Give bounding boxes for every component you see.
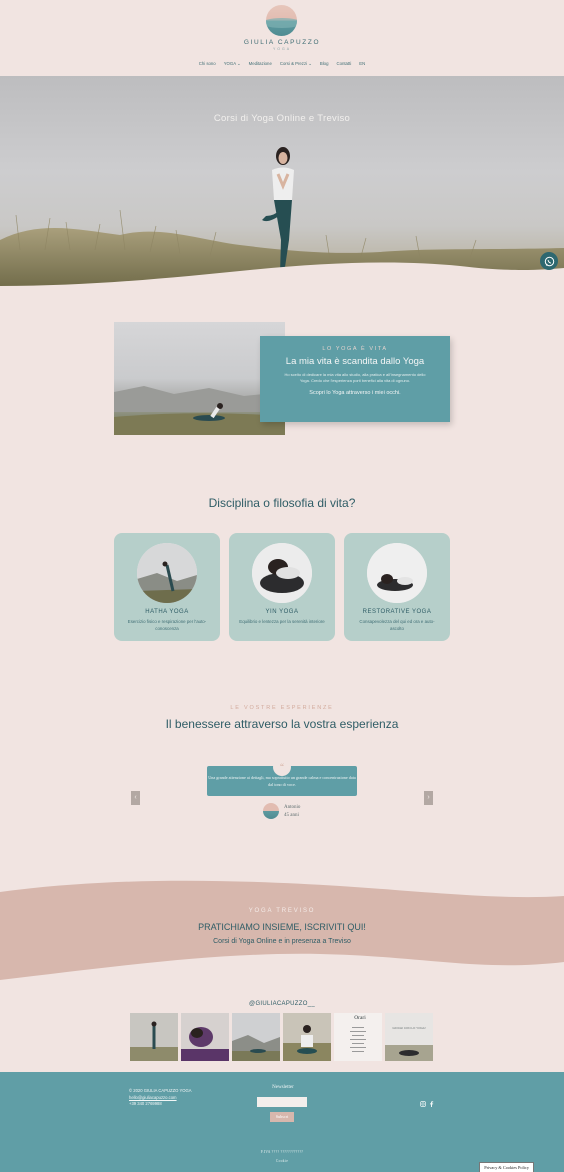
author-avatar [263,803,279,819]
author-age: 45 anni [284,813,299,818]
newsletter-label: Newsletter [272,1085,294,1090]
instagram-post[interactable]: GIOCHI CON LO YOGA! [385,1013,433,1061]
intro-heading: La mia vita è scandita dallo Yoga [285,356,425,367]
quote-icon: “ [273,758,291,776]
disciplines-title: Disciplina o filosofia di vita? [208,496,356,510]
logo-icon[interactable] [266,5,297,36]
vat-number: P.IVA ???? ???????????? [260,1150,304,1154]
site-header: GIULIA CAPUZZO YOGA Chi sono YOGA ⌄ Medi… [0,0,564,76]
intro-text: Ho scelto di dedicare la mia vita allo s… [284,372,426,383]
instagram-icon[interactable] [420,1101,426,1109]
instagram-post[interactable] [130,1013,178,1061]
logo-subtitle: YOGA [272,47,292,51]
nav-item-chi-sono[interactable]: Chi sono [199,61,216,67]
hero-title: Corsi di Yoga Online e Treviso [213,113,351,124]
copyright-text: © 2020 GIULIA CAPUZZO YOGA [129,1088,192,1093]
card-restorative-yoga[interactable]: RESTORATIVE YOGA Consapevolezza del qui … [344,533,450,641]
card-description: Equilibrio e lentezza per la serenità in… [239,619,325,624]
schedule-title: Orari [354,1015,366,1021]
phone-number[interactable]: +39 340 2769988 [129,1101,192,1108]
nav-item-contatti[interactable]: Contatti [336,61,351,67]
card-yin-yoga[interactable]: YIN YOGA Equilibrio e lentezza per la se… [229,533,335,641]
logo-name[interactable]: GIULIA CAPUZZO [0,39,564,46]
nav-item-meditazione[interactable]: Meditazione [249,61,272,67]
testimonials-title: Il benessere attraverso la vostra esperi… [165,717,399,731]
testimonial-author: Antonio 45 anni [284,804,300,820]
nav-item-language-en[interactable]: EN [359,61,365,67]
card-title: RESTORATIVE YOGA [362,609,432,615]
instagram-post[interactable] [181,1013,229,1061]
carousel-next-button[interactable]: › [424,791,433,805]
instagram-post[interactable] [283,1013,331,1061]
footer-contacts: © 2020 GIULIA CAPUZZO YOGA hello@giuliac… [129,1088,192,1108]
hero-wave-divider [0,262,564,292]
nav-item-yoga[interactable]: YOGA ⌄ [224,61,241,67]
hatha-yoga-photo [137,543,197,603]
post-caption: GIOCHI CON LO YOGA! [392,1026,426,1030]
newsletter-submit-button[interactable]: Subscri [270,1112,294,1122]
author-name: Antonio [284,805,301,810]
yoga-woman-image [262,147,294,274]
card-title: YIN YOGA [265,609,299,615]
yin-yoga-photo [252,543,312,603]
nav-item-blog[interactable]: Blog [320,61,329,67]
facebook-icon[interactable] [429,1101,434,1109]
privacy-cookies-policy-button[interactable]: Privacy & Cookies Policy [479,1162,534,1172]
intro-kicker: LO YOGA È VITA [322,346,388,352]
nav-item-corsi-prezzi[interactable]: Corsi & Prezzi ⌄ [280,61,312,67]
site-footer: © 2020 GIULIA CAPUZZO YOGA hello@giuliac… [0,1072,564,1172]
whatsapp-icon[interactable] [540,252,558,270]
card-hatha-yoga[interactable]: HATHA YOGA Esercizio fisico e respirazio… [114,533,220,641]
card-title: HATHA YOGA [145,609,189,615]
testimonial-quote: Una grande attenzione ai dettagli, ma so… [208,775,356,787]
card-description: Consapevolezza del qui ed ora e auto-asc… [359,619,435,631]
instagram-post[interactable] [232,1013,280,1061]
intro-card: LO YOGA È VITA La mia vita è scandita da… [260,336,450,422]
testimonials-kicker: LE VOSTRE ESPERIENZE [230,705,334,711]
carousel-prev-button[interactable]: ‹ [131,791,140,805]
main-nav: Chi sono YOGA ⌄ Meditazione Corsi & Prez… [0,61,564,67]
instagram-handle[interactable]: @GIULIACAPUZZO__ [0,1001,564,1007]
intro-cta-link[interactable]: Scopri lo Yoga attraverso i miei occhi. [260,390,450,396]
band-kicker: YOGA TREVISO [248,908,316,914]
band-title[interactable]: PRATICHIAMO INSIEME, ISCRIVITI QUI! [0,922,564,932]
band-subtitle: Corsi di Yoga Online e in presenza a Tre… [213,938,351,945]
restorative-yoga-photo [367,543,427,603]
newsletter-email-input[interactable] [257,1097,307,1107]
card-description: Esercizio fisico e respirazione per l'au… [127,619,207,631]
